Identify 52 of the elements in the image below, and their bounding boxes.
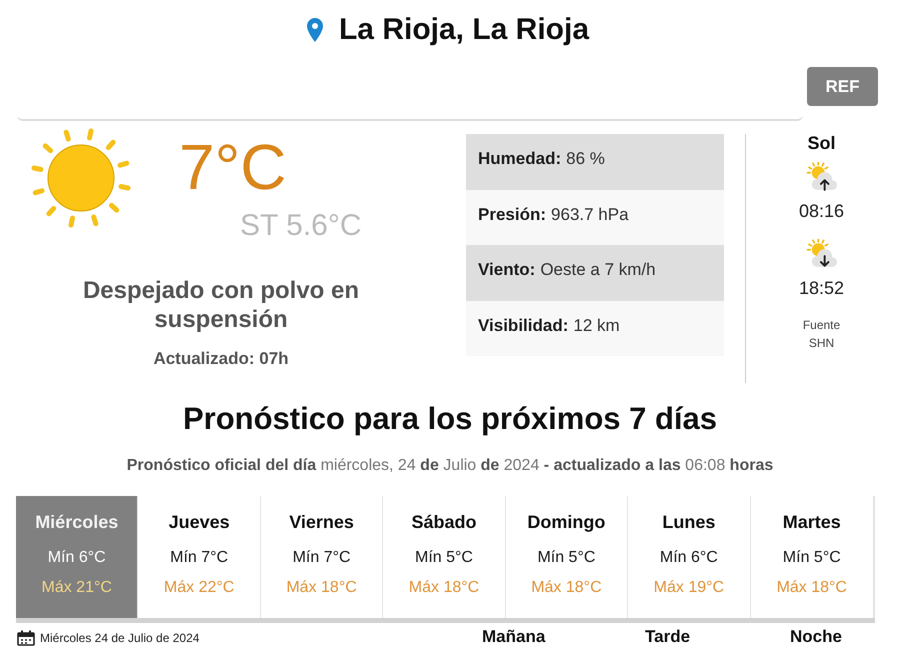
- day-name: Sábado: [410, 511, 478, 533]
- max-temperature: Máx 18°C: [776, 578, 848, 598]
- day-name: Jueves: [168, 511, 231, 533]
- detail-value: 963.7 hPa: [551, 204, 629, 225]
- min-temperature: Mín 6°C: [658, 548, 719, 568]
- sun-cloud-up-arrow-icon: [806, 162, 838, 192]
- temperature: 7°C: [179, 135, 288, 199]
- updated-time: Actualizado: 07h: [153, 349, 289, 369]
- detail-value: 86 %: [566, 149, 605, 170]
- forecast-title: Pronóstico para los próximos 7 días: [182, 401, 718, 437]
- location-title: La Rioja, La Rioja: [338, 12, 590, 48]
- min-temperature: Mín 5°C: [536, 548, 596, 568]
- sun-cloud-down-arrow-icon: [806, 239, 838, 269]
- weather-description: Despejado con polvo en suspensión: [82, 276, 360, 334]
- day-tab[interactable]: Domingo Mín 5°C Máx 18°C: [506, 496, 628, 618]
- min-temperature: Mín 6°C: [46, 548, 107, 568]
- source-note: Fuente SHN: [802, 317, 840, 352]
- min-temperature: Mín 5°C: [414, 548, 474, 568]
- period-heading: Mañana: [481, 627, 546, 646]
- detail-label: Humedad:: [478, 149, 562, 170]
- sun-icon: [29, 126, 133, 230]
- calendar-icon: [17, 630, 35, 646]
- detail-label: Presión:: [478, 204, 546, 225]
- detail-label: Visibilidad:: [478, 316, 568, 336]
- detail-label: Viento:: [478, 260, 536, 280]
- period-heading: Noche: [789, 627, 843, 646]
- sun-heading: Sol: [807, 134, 836, 152]
- day-name: Martes: [782, 511, 842, 533]
- ref-button[interactable]: REF: [807, 67, 878, 106]
- min-temperature: Mín 7°C: [169, 548, 230, 568]
- max-temperature: Máx 18°C: [530, 578, 603, 598]
- location-pin-icon: [306, 18, 323, 42]
- min-temperature: Mín 5°C: [782, 548, 842, 568]
- day-tab[interactable]: Miércoles Mín 6°C Máx 21°C: [16, 496, 138, 618]
- max-temperature: Máx 22°C: [162, 578, 236, 598]
- sun-time: 18:52: [798, 278, 844, 298]
- max-temperature: Máx 18°C: [285, 578, 358, 598]
- min-temperature: Mín 7°C: [292, 548, 352, 568]
- max-temperature: Máx 21°C: [40, 578, 113, 598]
- day-name: Lunes: [661, 511, 716, 533]
- detail-value: 12 km: [573, 316, 620, 336]
- period-heading: Tarde: [644, 627, 692, 646]
- day-name: Viernes: [288, 511, 355, 533]
- detail-date: Miércoles 24 de Julio de 2024: [40, 630, 200, 646]
- sun-time: 08:16: [798, 201, 844, 221]
- max-temperature: Máx 18°C: [408, 578, 480, 598]
- max-temperature: Máx 19°C: [652, 578, 726, 598]
- day-name: Miércoles: [34, 511, 120, 533]
- forecast-subtitle: Pronóstico oficial del día miércoles, 24 de Julio de 2024 - actualizado a las 06:08 horas: [126, 456, 774, 476]
- detail-value: Oeste a 7 km/h: [540, 260, 656, 280]
- day-name: Domingo: [526, 511, 606, 533]
- feels-like-temperature: ST 5.6°C: [240, 209, 362, 243]
